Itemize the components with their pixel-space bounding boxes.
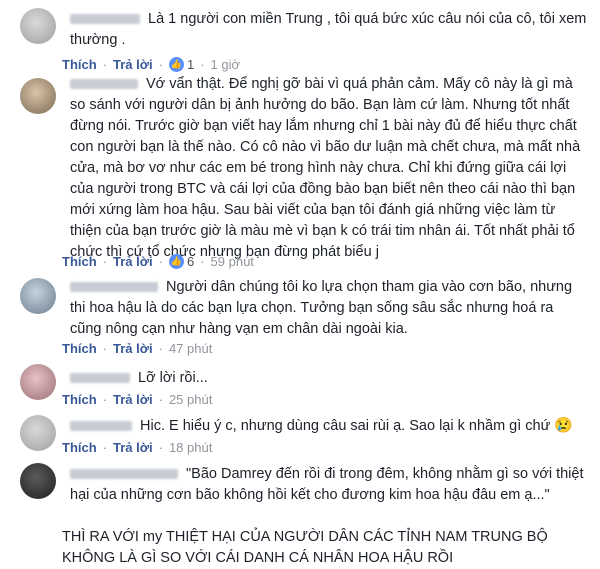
comment-actions: Thích · Trả lời · 👍 1 · 1 giờ bbox=[62, 57, 240, 72]
timestamp[interactable]: 47 phút bbox=[169, 341, 212, 356]
reply-link[interactable]: Trả lời bbox=[113, 392, 153, 407]
comment-body: Là 1 người con miền Trung , tôi quá bức … bbox=[70, 9, 588, 51]
separator-dot: · bbox=[102, 57, 108, 72]
like-link[interactable]: Thích bbox=[62, 341, 97, 356]
avatar[interactable] bbox=[20, 415, 56, 451]
comment-text: Vớ vẩn thật. Để nghị gỡ bài vì quá phản … bbox=[70, 76, 581, 260]
avatar[interactable] bbox=[20, 8, 56, 44]
separator-dot: · bbox=[102, 254, 108, 269]
comment-text: Là 1 người con miền Trung , tôi quá bức … bbox=[70, 11, 587, 48]
timestamp[interactable]: 25 phút bbox=[169, 392, 212, 407]
comment-body: "Bão Damrey đến rồi đi trong đêm, không … bbox=[70, 464, 588, 506]
comment-6: "Bão Damrey đến rồi đi trong đêm, không … bbox=[0, 461, 600, 566]
commenter-name-redacted[interactable] bbox=[70, 79, 138, 90]
timestamp[interactable]: 1 giờ bbox=[211, 57, 241, 72]
avatar[interactable] bbox=[20, 78, 56, 114]
separator-dot: · bbox=[158, 341, 163, 356]
separator-dot: · bbox=[200, 254, 205, 269]
comment-body: Người dân chúng tôi ko lựa chọn tham gia… bbox=[70, 277, 588, 340]
comment-3: Người dân chúng tôi ko lựa chọn tham gia… bbox=[0, 274, 600, 360]
reply-link[interactable]: Trả lời bbox=[113, 254, 153, 269]
commenter-name-redacted[interactable] bbox=[70, 469, 178, 480]
timestamp[interactable]: 59 phút bbox=[211, 254, 254, 269]
avatar[interactable] bbox=[20, 364, 56, 400]
like-link[interactable]: Thích bbox=[62, 392, 97, 407]
separator-dot: · bbox=[102, 392, 108, 407]
timestamp[interactable]: 18 phút bbox=[169, 440, 212, 455]
comment-5: Hic. E hiểu ý c, nhưng dùng câu sai rùi … bbox=[0, 413, 600, 459]
separator-dot: · bbox=[200, 57, 205, 72]
comment-1: Là 1 người con miền Trung , tôi quá bức … bbox=[0, 6, 600, 72]
comment-text-line: THÌ RA VỚI my THIỆT HẠI CỦA NGƯỜI DÂN CÁ… bbox=[62, 529, 548, 566]
comment-actions: Thích · Trả lời · 18 phút bbox=[62, 440, 212, 455]
commenter-name-redacted[interactable] bbox=[70, 282, 158, 293]
like-link[interactable]: Thích bbox=[62, 57, 97, 72]
reaction-count[interactable]: 👍 1 bbox=[168, 57, 194, 72]
separator-dot: · bbox=[158, 57, 163, 72]
commenter-name-redacted[interactable] bbox=[70, 421, 132, 432]
separator-dot: · bbox=[102, 440, 108, 455]
separator-dot: · bbox=[158, 254, 163, 269]
reply-link[interactable]: Trả lời bbox=[113, 341, 153, 356]
commenter-name-redacted[interactable] bbox=[70, 373, 130, 384]
comment-text-continued: THÌ RA VỚI my THIỆT HẠI CỦA NGƯỜI DÂN CÁ… bbox=[62, 527, 588, 569]
separator-dot: · bbox=[158, 440, 163, 455]
commenter-name-redacted[interactable] bbox=[70, 14, 140, 25]
like-reaction-icon: 👍 bbox=[168, 57, 184, 72]
reaction-count[interactable]: 👍 6 bbox=[168, 254, 194, 269]
comment-body: Hic. E hiểu ý c, nhưng dùng câu sai rùi … bbox=[70, 415, 588, 437]
comment-text: Lỡ lời rồi... bbox=[138, 370, 208, 386]
comment-2: Vớ vẩn thật. Để nghị gỡ bài vì quá phản … bbox=[0, 72, 600, 272]
separator-dot: · bbox=[158, 392, 163, 407]
separator-dot: · bbox=[102, 341, 108, 356]
sad-face-icon: 😢 bbox=[554, 417, 574, 434]
avatar[interactable] bbox=[20, 278, 56, 314]
comment-actions: Thích · Trả lời · 47 phút bbox=[62, 341, 212, 356]
like-link[interactable]: Thích bbox=[62, 440, 97, 455]
comment-actions: Thích · Trả lời · 👍 6 · 59 phút bbox=[62, 254, 254, 269]
comment-text: Hic. E hiểu ý c, nhưng dùng câu sai rùi … bbox=[140, 418, 551, 434]
reply-link[interactable]: Trả lời bbox=[113, 57, 153, 72]
reply-link[interactable]: Trả lời bbox=[113, 440, 153, 455]
comment-body: Lỡ lời rồi... bbox=[70, 368, 588, 389]
like-reaction-icon: 👍 bbox=[168, 254, 184, 269]
comment-4: Lỡ lời rồi... Thích · Trả lời · 25 phút bbox=[0, 364, 600, 410]
comment-actions: Thích · Trả lời · 25 phút bbox=[62, 392, 212, 407]
avatar[interactable] bbox=[20, 463, 56, 499]
comment-body: Vớ vẩn thật. Để nghị gỡ bài vì quá phản … bbox=[70, 74, 588, 263]
like-link[interactable]: Thích bbox=[62, 254, 97, 269]
